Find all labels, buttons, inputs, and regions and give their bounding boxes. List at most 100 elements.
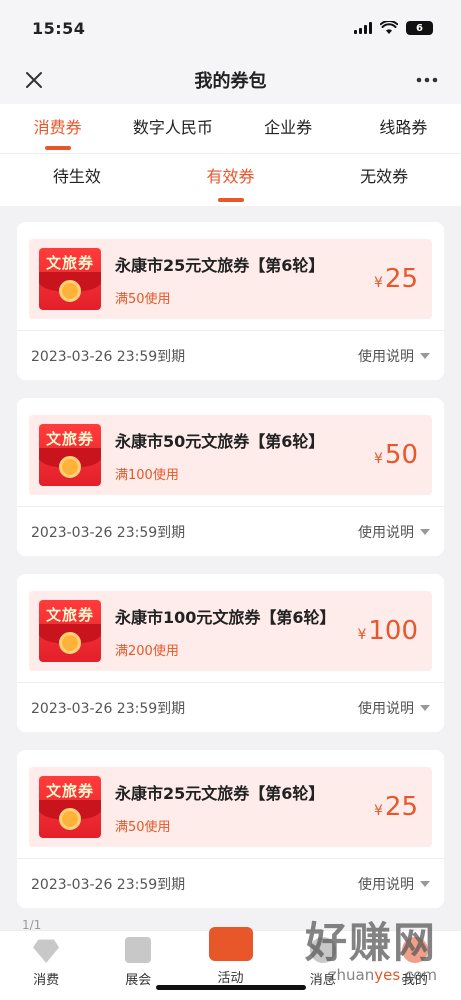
coupon-name: 永康市25元文旅券【第6轮】 <box>115 783 325 803</box>
bottom-nav-expo[interactable]: 展会 <box>92 937 184 988</box>
coupon-amount: ¥ 50 <box>374 440 422 470</box>
envelope-seal-icon <box>59 280 81 302</box>
bottom-nav-label: 我的 <box>401 973 428 988</box>
status-icons: 6 <box>354 21 433 35</box>
chevron-down-icon <box>420 881 430 887</box>
envelope-seal-icon <box>59 456 81 478</box>
status-tabs: 待生效 有效券 无效券 <box>0 154 461 206</box>
tab-enterprise-coupon[interactable]: 企业券 <box>231 104 346 154</box>
expire-date: 2023-03-26 23:59到期 <box>31 525 186 541</box>
bottom-nav-label: 消费 <box>33 973 60 988</box>
coupon-footer: 2023-03-26 23:59到期 使用说明 <box>17 683 444 732</box>
page-title: 我的券包 <box>194 71 267 92</box>
tab-consumption-coupon[interactable]: 消费券 <box>0 104 115 154</box>
coupon-card[interactable]: 文旅券 永康市50元文旅券【第6轮】 满100使用 ¥ 50 2023-03-2… <box>17 398 444 556</box>
profile-icon <box>401 937 428 963</box>
chevron-down-icon <box>420 705 430 711</box>
coupon-amount: ¥ 25 <box>374 264 422 294</box>
wifi-icon <box>380 21 398 34</box>
status-time: 15:54 <box>32 18 86 38</box>
coupon-body: 文旅券 永康市25元文旅券【第6轮】 满50使用 ¥ 25 <box>29 239 432 319</box>
envelope-seal-icon <box>59 808 81 830</box>
coupon-condition: 满50使用 <box>115 291 171 307</box>
close-button[interactable] <box>20 66 48 94</box>
bottom-nav-consume[interactable]: 消费 <box>0 937 92 988</box>
nav-bar: 我的券包 <box>0 56 461 104</box>
thumbnail-text: 文旅券 <box>45 782 94 800</box>
coupon-card[interactable]: 文旅券 永康市100元文旅券【第6轮】 满200使用 ¥ 100 2023-03… <box>17 574 444 732</box>
currency-symbol: ¥ <box>373 803 383 819</box>
thumbnail-text: 文旅券 <box>45 430 94 448</box>
coupon-name: 永康市100元文旅券【第6轮】 <box>115 607 336 627</box>
usage-instructions-button[interactable]: 使用说明 <box>358 522 430 542</box>
bottom-nav-activity[interactable]: 活动 <box>184 927 276 986</box>
thumbnail-text: 文旅券 <box>45 254 94 272</box>
coupon-list: 文旅券 永康市25元文旅券【第6轮】 满50使用 ¥ 25 2023-03-26… <box>0 206 461 908</box>
usage-instructions-button[interactable]: 使用说明 <box>358 346 430 366</box>
coupon-card[interactable]: 文旅券 永康市25元文旅券【第6轮】 满50使用 ¥ 25 2023-03-26… <box>17 222 444 380</box>
bottom-nav-label: 活动 <box>217 971 244 986</box>
coupon-body: 文旅券 永康市100元文旅券【第6轮】 满200使用 ¥ 100 <box>29 591 432 671</box>
message-icon <box>309 937 336 963</box>
coupon-body: 文旅券 永康市25元文旅券【第6轮】 满50使用 ¥ 25 <box>29 767 432 847</box>
amount-value: 25 <box>384 792 418 822</box>
coupon-thumbnail: 文旅券 <box>39 776 101 838</box>
usage-label: 使用说明 <box>358 877 414 893</box>
coupon-info: 永康市50元文旅券【第6轮】 满100使用 <box>101 428 374 483</box>
home-indicator <box>155 985 306 990</box>
envelope-seal-icon <box>59 632 81 654</box>
tab-digital-rmb[interactable]: 数字人民币 <box>115 104 230 154</box>
chevron-down-icon <box>420 353 430 359</box>
currency-symbol: ¥ <box>373 451 383 467</box>
status-bar: 15:54 6 <box>0 0 461 56</box>
tab-route-coupon[interactable]: 线路券 <box>346 104 461 154</box>
tab-invalid[interactable]: 无效券 <box>307 154 461 206</box>
usage-instructions-button[interactable]: 使用说明 <box>358 874 430 894</box>
coupon-footer: 2023-03-26 23:59到期 使用说明 <box>17 507 444 556</box>
coupon-card[interactable]: 文旅券 永康市25元文旅券【第6轮】 满50使用 ¥ 25 2023-03-26… <box>17 750 444 908</box>
ticket-icon <box>125 937 152 963</box>
battery-icon: 6 <box>406 21 433 35</box>
coupon-footer: 2023-03-26 23:59到期 使用说明 <box>17 859 444 908</box>
bottom-nav-messages[interactable]: 消息 <box>277 937 369 988</box>
tab-pending[interactable]: 待生效 <box>0 154 154 206</box>
usage-label: 使用说明 <box>358 701 414 717</box>
amount-value: 50 <box>384 440 418 470</box>
usage-instructions-button[interactable]: 使用说明 <box>358 698 430 718</box>
coupon-name: 永康市50元文旅券【第6轮】 <box>115 431 325 451</box>
bottom-nav-label: 展会 <box>125 973 152 988</box>
expire-date: 2023-03-26 23:59到期 <box>31 877 186 893</box>
signal-icon <box>354 22 372 34</box>
coupon-info: 永康市25元文旅券【第6轮】 满50使用 <box>101 780 374 835</box>
tab-valid[interactable]: 有效券 <box>154 154 308 206</box>
amount-value: 25 <box>384 264 418 294</box>
coupon-condition: 满200使用 <box>115 643 179 659</box>
thumbnail-text: 文旅券 <box>45 606 94 624</box>
usage-label: 使用说明 <box>358 349 414 365</box>
coupon-info: 永康市25元文旅券【第6轮】 满50使用 <box>101 252 374 307</box>
diamond-icon <box>33 939 60 963</box>
currency-symbol: ¥ <box>357 627 367 643</box>
coupon-footer: 2023-03-26 23:59到期 使用说明 <box>17 331 444 380</box>
coupon-thumbnail: 文旅券 <box>39 424 101 486</box>
coupon-amount: ¥ 25 <box>374 792 422 822</box>
close-icon <box>26 72 42 88</box>
chevron-down-icon <box>420 529 430 535</box>
usage-label: 使用说明 <box>358 525 414 541</box>
main-tabs: 消费券 数字人民币 企业券 线路券 <box>0 104 461 154</box>
bottom-nav-profile[interactable]: 我的 <box>369 937 461 988</box>
coupon-condition: 满50使用 <box>115 819 171 835</box>
coupon-thumbnail: 文旅券 <box>39 600 101 662</box>
amount-value: 100 <box>368 616 418 646</box>
bottom-nav-label: 消息 <box>309 973 336 988</box>
currency-symbol: ¥ <box>373 275 383 291</box>
coupon-name: 永康市25元文旅券【第6轮】 <box>115 255 325 275</box>
coupon-thumbnail: 文旅券 <box>39 248 101 310</box>
more-button[interactable] <box>413 66 441 94</box>
gift-icon <box>208 927 253 961</box>
expire-date: 2023-03-26 23:59到期 <box>31 701 186 717</box>
coupon-body: 文旅券 永康市50元文旅券【第6轮】 满100使用 ¥ 50 <box>29 415 432 495</box>
coupon-info: 永康市100元文旅券【第6轮】 满200使用 <box>101 604 357 659</box>
more-icon <box>416 77 438 83</box>
expire-date: 2023-03-26 23:59到期 <box>31 349 186 365</box>
